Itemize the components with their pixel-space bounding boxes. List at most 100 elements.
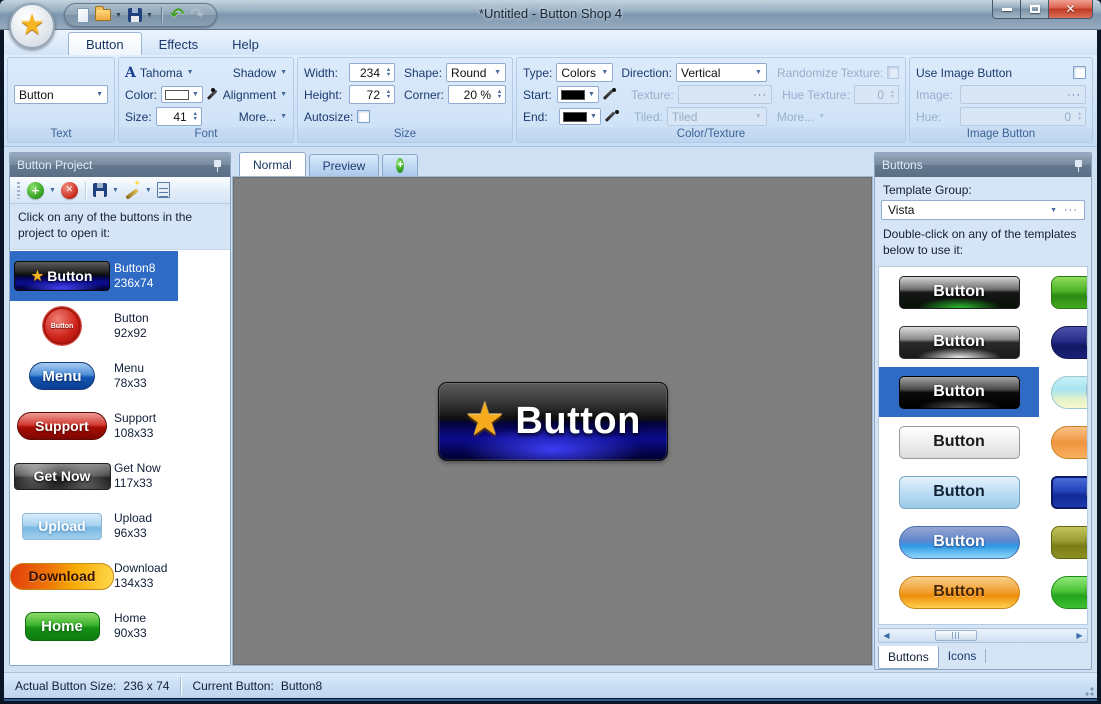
delete-button-icon[interactable]: ✕	[61, 182, 78, 199]
template-button[interactable]: Button	[899, 476, 1020, 509]
spinner-arrows[interactable]: ▲▼	[383, 86, 394, 103]
undo-icon[interactable]: ↶	[170, 7, 184, 24]
autosize-checkbox[interactable]	[357, 110, 370, 123]
save-dropdown-caret[interactable]: ▼	[146, 12, 153, 19]
autosize-label: Autosize:	[304, 110, 353, 124]
tools-dropdown-caret[interactable]: ▼	[145, 187, 152, 194]
save-dropdown-caret[interactable]: ▼	[112, 187, 119, 194]
maximize-button[interactable]	[1020, 0, 1049, 19]
edited-button-preview[interactable]: ★ Button	[438, 382, 668, 461]
template-button[interactable]: Button	[899, 426, 1020, 459]
tab-button[interactable]: Button	[68, 32, 142, 55]
properties-icon[interactable]	[157, 182, 170, 198]
close-button[interactable]: ✕	[1048, 0, 1093, 19]
project-item[interactable]: ★Button Button8236x74	[10, 251, 178, 301]
shadow-button[interactable]: Shadow	[233, 66, 276, 80]
save-icon[interactable]	[128, 8, 142, 22]
tab-effects[interactable]: Effects	[142, 33, 216, 55]
tab-preview[interactable]: Preview	[309, 154, 380, 176]
font-more-button[interactable]: More...	[239, 110, 276, 124]
tab-add[interactable]: +	[382, 154, 418, 176]
project-item[interactable]: Download Download134x33	[10, 551, 178, 601]
project-item[interactable]: Home Home90x33	[10, 601, 178, 651]
type-combobox[interactable]: Colors ▼	[556, 63, 613, 82]
project-item[interactable]: Button Button92x92	[10, 301, 178, 351]
color-more-button: More...	[777, 110, 814, 124]
title-bar[interactable]: *Untitled - Button Shop 4 ✕ ▼ ▼ ↶ ↷	[0, 0, 1101, 30]
chevron-down-icon[interactable]: ▼	[280, 113, 287, 120]
tab-buttons[interactable]: Buttons	[878, 646, 939, 669]
button-thumbnail: Upload	[22, 513, 102, 540]
tab-separator	[985, 649, 986, 663]
use-image-button-checkbox[interactable]	[1073, 66, 1086, 79]
height-spinner[interactable]: 72 ▲▼	[349, 85, 395, 104]
font-color-eyedropper-icon[interactable]	[207, 88, 215, 102]
start-color-swatch	[561, 90, 585, 100]
resize-grip[interactable]	[1082, 684, 1094, 696]
spinner-arrows[interactable]: ▲▼	[190, 108, 201, 125]
spinner-arrows[interactable]: ▲▼	[494, 86, 505, 103]
template-button[interactable]: Button	[1051, 326, 1088, 359]
app-logo-button[interactable]: ★	[9, 3, 55, 49]
tab-icons[interactable]: Icons	[939, 646, 986, 667]
font-name-button[interactable]: Tahoma	[140, 66, 183, 80]
project-item[interactable]: Support Support108x33	[10, 401, 178, 451]
start-color-eyedropper-icon[interactable]	[603, 88, 616, 102]
template-button[interactable]: Button	[1051, 276, 1088, 309]
redo-icon[interactable]: ↷	[190, 7, 204, 24]
template-button[interactable]: Button	[899, 276, 1020, 309]
scroll-right-icon[interactable]: ▶	[1072, 631, 1087, 640]
template-group-combobox[interactable]: Vista ▼ ···	[881, 200, 1085, 220]
button-thumbnail: Get Now	[14, 463, 111, 490]
template-button[interactable]: Button	[1051, 476, 1088, 509]
add-button-icon[interactable]: +	[27, 182, 44, 199]
scrollbar-thumb[interactable]	[935, 630, 977, 641]
new-document-icon[interactable]	[77, 8, 89, 23]
tab-help[interactable]: Help	[215, 33, 276, 55]
spinner-arrows[interactable]: ▲▼	[383, 64, 394, 81]
design-canvas[interactable]: ★ Button	[232, 176, 873, 666]
end-color-eyedropper-icon[interactable]	[605, 110, 619, 124]
tools-wand-icon[interactable]	[124, 182, 140, 198]
project-toolbar: + ▼ ✕ ▼ ▼	[10, 177, 230, 204]
ribbon-group-image-button: Use Image Button Image: ··· Hue: 0 ▲▼ Im…	[909, 57, 1093, 143]
template-button-selected[interactable]: Button	[899, 376, 1020, 409]
chevron-down-icon[interactable]: ▼	[187, 69, 194, 76]
open-dropdown-caret[interactable]: ▼	[115, 12, 122, 19]
project-item[interactable]: Menu Menu78x33	[10, 351, 178, 401]
width-value: 234	[350, 66, 383, 80]
template-button[interactable]: Button	[1051, 376, 1088, 409]
add-dropdown-caret[interactable]: ▼	[49, 187, 56, 194]
corner-spinner[interactable]: 20 % ▲▼	[448, 85, 506, 104]
button-text-combobox[interactable]: Button ▼	[14, 85, 108, 104]
tab-normal[interactable]: Normal	[239, 152, 306, 176]
chevron-down-icon: ▼	[818, 113, 825, 120]
project-item[interactable]: Get Now Get Now117x33	[10, 451, 178, 501]
template-button[interactable]: Button	[1051, 526, 1088, 559]
end-color-picker[interactable]: ▼	[559, 108, 601, 125]
direction-combobox[interactable]: Vertical ▼	[676, 63, 767, 82]
font-color-picker[interactable]: ▼	[161, 86, 203, 103]
template-button[interactable]: Button	[1051, 426, 1088, 459]
start-color-picker[interactable]: ▼	[557, 86, 599, 103]
project-item[interactable]: Upload Upload96x33	[10, 501, 178, 551]
browse-ellipsis-icon[interactable]: ···	[1064, 204, 1078, 216]
template-button[interactable]: Button	[899, 526, 1020, 559]
shape-combobox[interactable]: Round ▼	[446, 63, 506, 82]
horizontal-scrollbar[interactable]: ◀ ▶	[878, 628, 1088, 643]
template-button[interactable]: Button	[1051, 576, 1088, 609]
scroll-left-icon[interactable]: ◀	[879, 631, 894, 640]
alignment-button[interactable]: Alignment	[223, 88, 276, 102]
chevron-down-icon[interactable]: ▼	[280, 69, 287, 76]
pin-icon[interactable]	[212, 159, 223, 172]
pin-icon[interactable]	[1073, 159, 1084, 172]
chevron-down-icon[interactable]: ▼	[280, 91, 287, 98]
save-project-icon[interactable]	[93, 183, 107, 197]
width-spinner[interactable]: 234 ▲▼	[349, 63, 395, 82]
minimize-button[interactable]	[992, 0, 1021, 19]
font-size-spinner[interactable]: 41 ▲▼	[156, 107, 202, 126]
hue-texture-spinner: 0 ▲▼	[854, 85, 899, 104]
open-folder-icon[interactable]	[95, 9, 111, 21]
template-button[interactable]: Button	[899, 326, 1020, 359]
template-button[interactable]: Button	[899, 576, 1020, 609]
